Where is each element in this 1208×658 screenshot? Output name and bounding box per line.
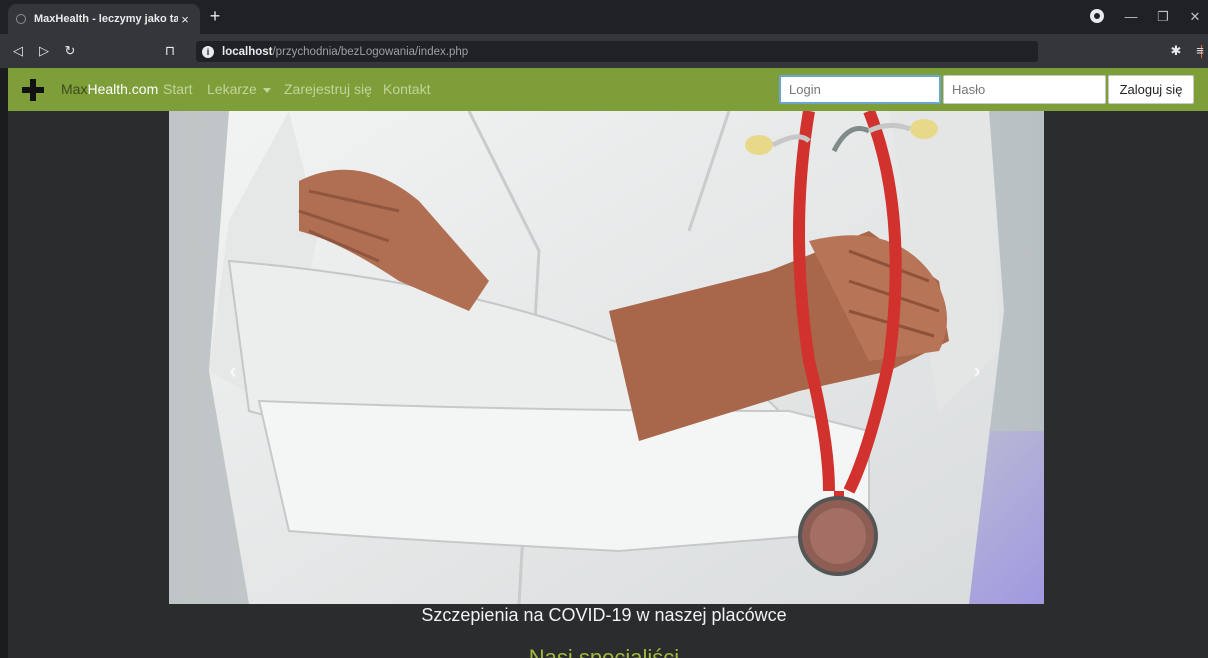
maximize-icon[interactable]: ❐ [1152,8,1174,26]
url-path: /przychodnia/bezLogowania/index.php [272,45,469,58]
carousel-caption: Szczepienia na COVID-19 w naszej placówc… [421,605,787,625]
profile-icon[interactable] [1090,9,1104,23]
forward-icon[interactable]: ▷ [34,41,54,61]
doctor-photo [169,111,1044,604]
bookmark-icon[interactable]: ⊓ [160,41,180,61]
site-navbar: MaxHealth.com Start Lekarze Zarejestruj … [8,68,1208,111]
browser-tab-bar: MaxHealth - leczymy jako tako × + — ❐ ✕ [0,0,1208,34]
nav-link-lekarze-label: Lekarze [207,81,257,97]
reload-icon[interactable]: ↻ [60,41,80,61]
back-icon[interactable]: ◁ [8,41,28,61]
chevron-down-icon [262,87,271,93]
address-bar[interactable]: i localhost /przychodnia/bezLogowania/in… [196,41,1202,62]
extensions-icon[interactable]: ✱ [1166,41,1186,61]
login-input[interactable] [779,75,941,104]
nav-link-lekarze[interactable]: Lekarze [207,81,271,97]
close-window-icon[interactable]: ✕ [1184,8,1206,26]
password-input[interactable] [943,75,1106,104]
tab-title: MaxHealth - leczymy jako tako [34,13,178,25]
globe-icon [16,14,26,24]
browser-tab[interactable]: MaxHealth - leczymy jako tako × [8,4,200,34]
brand-part-max: Max [61,81,88,97]
window-edge [0,68,8,658]
minimize-icon[interactable]: — [1120,8,1142,26]
brand-part-health: Health.com [87,81,159,97]
info-icon[interactable]: i [202,45,214,58]
plus-logo-icon[interactable] [22,79,44,101]
carousel-prev-icon[interactable]: ‹ [226,360,240,382]
new-tab-button[interactable]: + [206,7,224,26]
carousel-image [169,111,1044,604]
section-heading: Nasi specjaliści [0,647,1208,658]
browser-toolbar: ◁ ▷ ↻ ⊓ i localhost /przychodnia/bezLogo… [0,34,1208,68]
brand-link[interactable]: MaxHealth.com [61,81,158,97]
url-host: localhost [222,45,273,58]
login-button[interactable]: Zaloguj się [1108,75,1194,104]
nav-link-register[interactable]: Zarejestruj się [284,81,372,97]
nav-link-contact[interactable]: Kontakt [383,81,430,97]
menu-icon[interactable]: ≡ [1190,41,1208,61]
close-tab-icon[interactable]: × [178,12,192,27]
carousel-next-icon[interactable]: › [970,360,984,382]
nav-link-start[interactable]: Start [163,81,193,97]
